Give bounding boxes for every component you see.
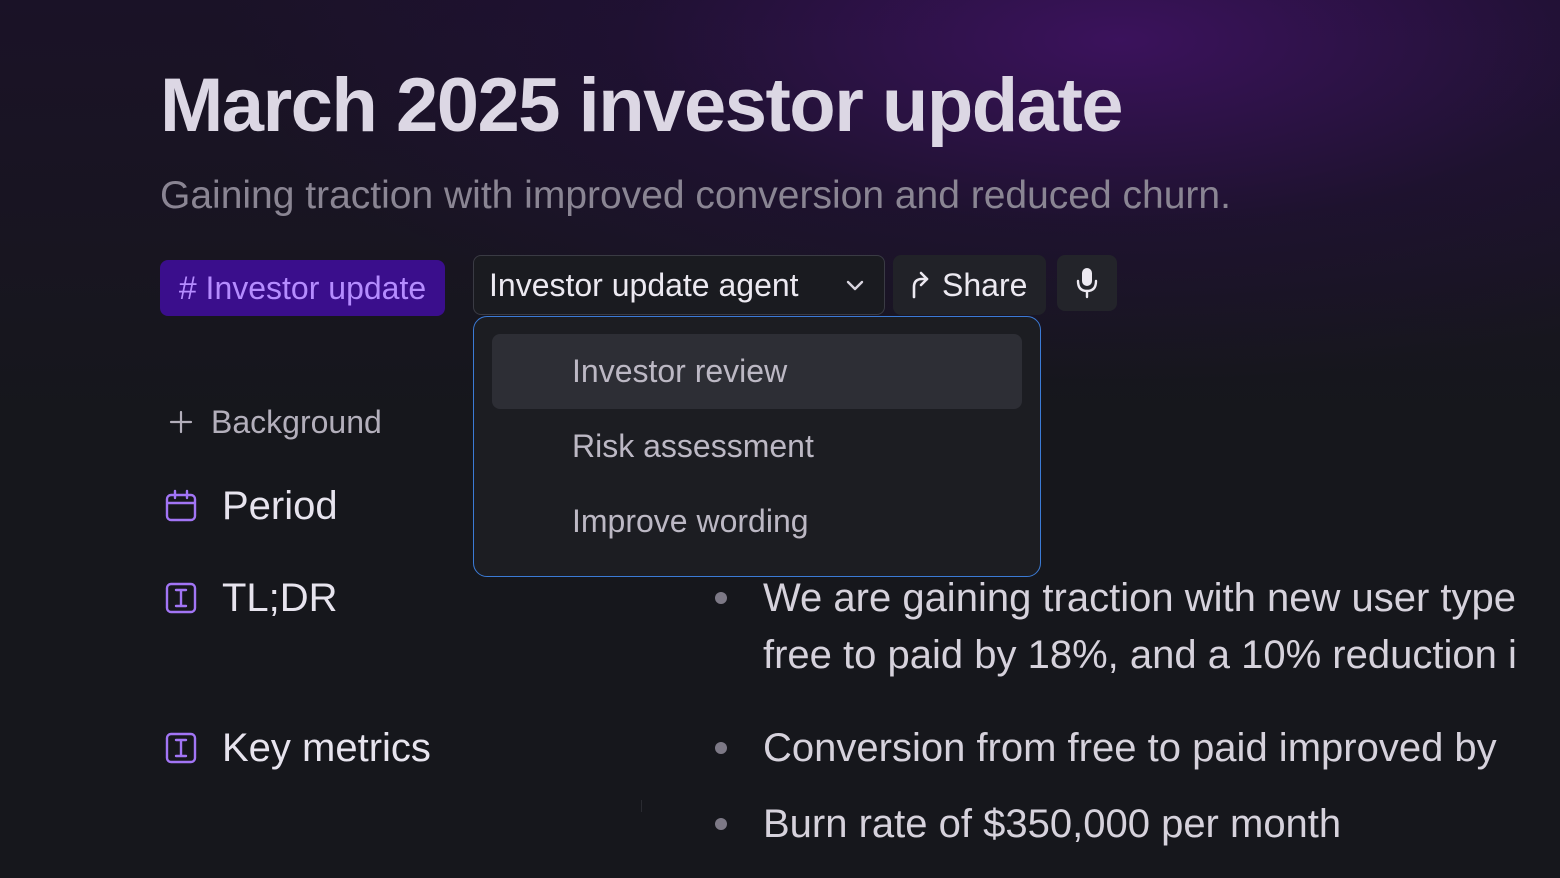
microphone-button[interactable] [1057, 255, 1117, 311]
investor-update-tag[interactable]: # Investor update [160, 260, 445, 316]
property-key-metrics-label: Key metrics [222, 725, 431, 770]
menu-item-improve-wording[interactable]: Improve wording [492, 484, 1022, 559]
page-title: March 2025 investor update [160, 63, 1124, 148]
plus-icon [169, 410, 193, 434]
key-metric-burn-rate: Burn rate of $350,000 per month [763, 802, 1342, 846]
property-period[interactable]: Period [164, 482, 338, 530]
menu-item-investor-review[interactable]: Investor review [492, 334, 1022, 409]
bullet-marker [715, 592, 727, 604]
key-metric-conversion: Conversion from free to paid improved by [763, 726, 1497, 770]
tldr-line-1: We are gaining traction with new user ty… [763, 576, 1516, 620]
faint-divider-mark [641, 800, 642, 812]
page-subtitle: Gaining traction with improved conversio… [160, 174, 1231, 217]
agent-select-label: Investor update agent [489, 266, 799, 303]
text-field-icon [165, 582, 197, 614]
property-key-metrics[interactable]: Key metrics [164, 724, 431, 772]
tldr-line-2: free to paid by 18%, and a 10% reduction… [763, 633, 1517, 677]
text-field-icon [165, 732, 197, 764]
share-arrow-icon [912, 271, 929, 299]
document-page: March 2025 investor update Gaining tract… [0, 0, 1560, 878]
property-tldr-label: TL;DR [222, 575, 338, 620]
share-label: Share [942, 266, 1028, 303]
chevron-down-icon [846, 280, 864, 291]
calendar-icon [165, 489, 197, 522]
share-button[interactable]: Share [893, 255, 1046, 315]
microphone-icon [1076, 268, 1098, 299]
agent-select-button[interactable]: Investor update agent [473, 255, 885, 315]
property-period-label: Period [222, 483, 338, 528]
property-tldr[interactable]: TL;DR [164, 574, 338, 622]
bullet-marker [715, 818, 727, 830]
bullet-marker [715, 742, 727, 754]
menu-item-risk-assessment[interactable]: Risk assessment [492, 409, 1022, 484]
add-background-label: Background [211, 403, 382, 440]
agent-dropdown-menu: Investor review Risk assessment Improve … [473, 316, 1041, 577]
add-background-button[interactable]: Background [168, 398, 382, 446]
